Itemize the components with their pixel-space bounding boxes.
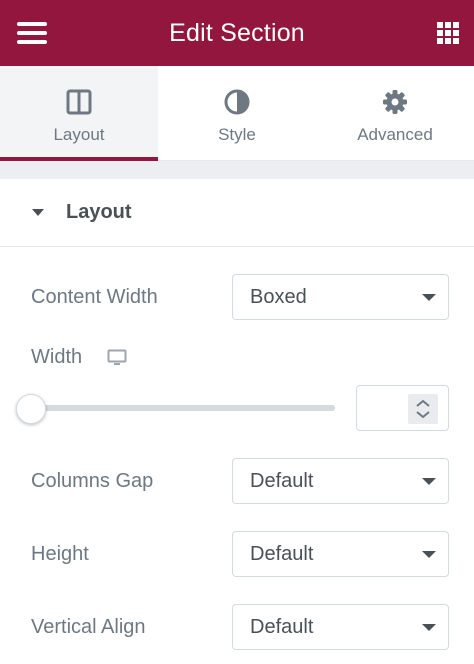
chevron-down-icon <box>422 551 436 558</box>
width-number-input[interactable] <box>356 385 449 431</box>
height-select[interactable]: Default <box>232 531 449 577</box>
number-spinner[interactable] <box>408 394 438 424</box>
content-width-select[interactable]: Boxed <box>232 274 449 320</box>
width-label: Width <box>31 346 83 368</box>
columns-gap-select[interactable]: Default <box>232 458 449 504</box>
width-slider-track[interactable] <box>31 405 335 411</box>
columns-gap-value: Default <box>250 470 314 492</box>
content-width-label: Content Width <box>31 286 158 308</box>
caret-down-icon <box>32 209 44 216</box>
tab-style[interactable]: Style <box>158 66 316 161</box>
panel-header: Edit Section <box>0 0 474 66</box>
content-width-value: Boxed <box>250 286 307 308</box>
gear-icon <box>381 88 409 116</box>
chevron-down-icon <box>422 294 436 301</box>
height-value: Default <box>250 543 314 565</box>
chevron-down-icon <box>422 478 436 485</box>
desktop-icon[interactable] <box>107 349 127 367</box>
tab-advanced-label: Advanced <box>357 125 433 144</box>
vertical-align-select[interactable]: Default <box>232 604 449 650</box>
columns-gap-label: Columns Gap <box>31 470 154 492</box>
chevron-down-icon <box>422 624 436 631</box>
divider-strip <box>0 161 474 179</box>
section-toggle[interactable]: Layout <box>0 179 474 247</box>
vertical-align-label: Vertical Align <box>31 616 146 638</box>
panel-title: Edit Section <box>169 18 305 47</box>
panel-tabs: Layout Style Advanced <box>0 66 474 161</box>
height-label: Height <box>31 543 89 565</box>
tab-layout-label: Layout <box>53 125 105 144</box>
hamburger-icon[interactable] <box>17 22 47 44</box>
grid-icon[interactable] <box>437 22 459 44</box>
section-title: Layout <box>66 201 132 223</box>
columns-icon <box>65 88 93 116</box>
tab-advanced[interactable]: Advanced <box>316 66 474 161</box>
tab-style-label: Style <box>218 125 256 144</box>
vertical-align-value: Default <box>250 616 314 638</box>
half-circle-icon <box>223 88 251 116</box>
width-slider-handle[interactable] <box>16 394 46 424</box>
tab-layout[interactable]: Layout <box>0 66 158 161</box>
